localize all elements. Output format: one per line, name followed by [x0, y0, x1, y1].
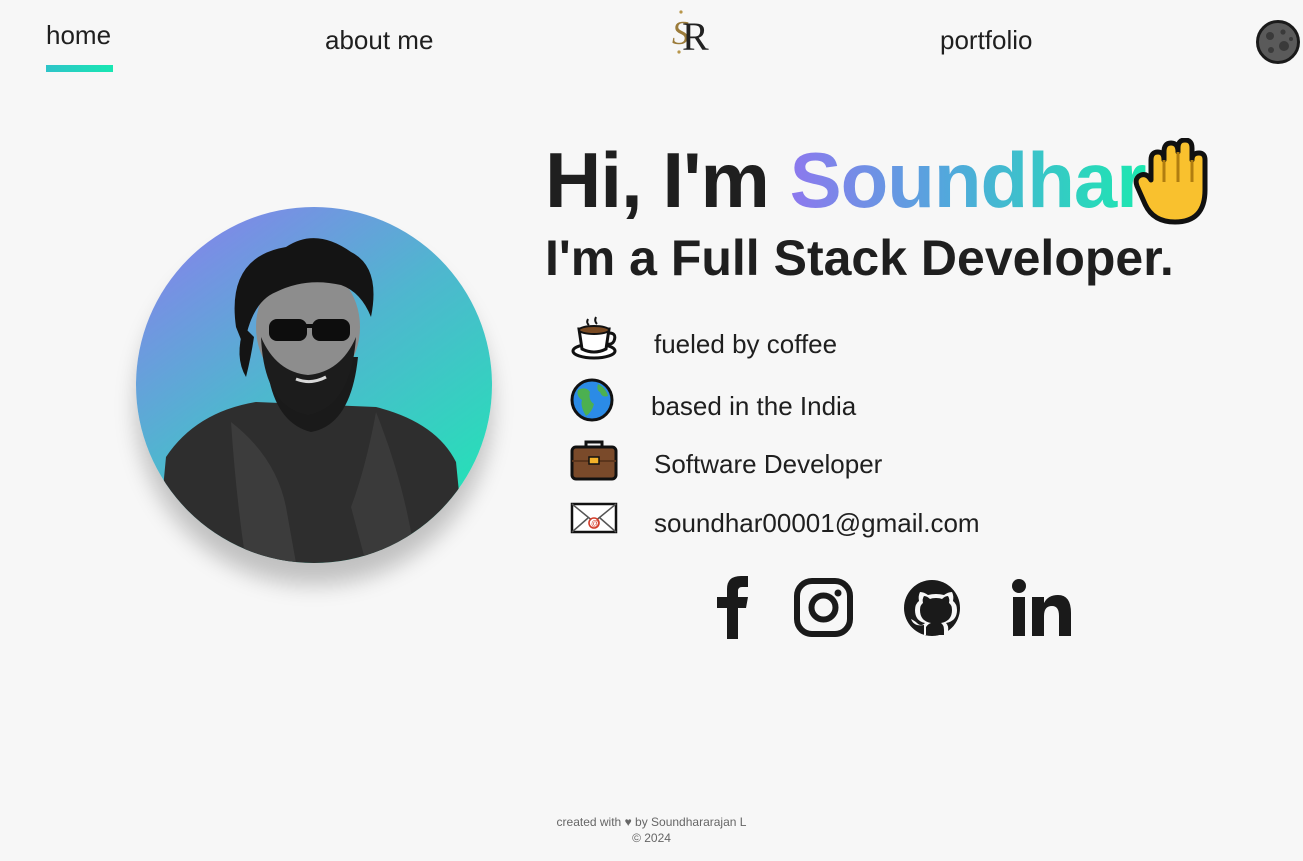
page-footer: created with ♥ by Soundhararajan L © 202… [0, 814, 1303, 846]
fact-text: Software Developer [654, 449, 883, 479]
greeting-prefix: Hi, I'm [545, 136, 790, 224]
fact-text: fueled by coffee [654, 329, 838, 359]
hero-name: Soundhar [789, 136, 1147, 224]
briefcase-icon [570, 440, 618, 481]
fact-email: @ soundhar00001@gmail.com [570, 500, 1070, 550]
nav-home-label: home [46, 20, 112, 50]
coffee-icon [571, 316, 617, 360]
active-underline [46, 65, 113, 72]
greeting-heading: Hi, I'm Soundhar [545, 135, 1147, 225]
fact-text: based in the India [651, 391, 857, 421]
social-links [700, 575, 1080, 645]
top-nav: home about me S R portfolio [0, 0, 1303, 90]
footer-credit: created with ♥ by Soundhararajan L [556, 815, 747, 829]
moon-icon[interactable] [1256, 20, 1300, 64]
fact-text: soundhar00001@gmail.com [654, 508, 980, 538]
profile-avatar [136, 207, 492, 563]
fact-job: Software Developer [570, 437, 1070, 487]
email-icon: @ [570, 502, 618, 534]
waving-hand-icon [1133, 138, 1208, 225]
nav-home[interactable]: home [46, 20, 113, 72]
nav-portfolio[interactable]: portfolio [940, 25, 1033, 55]
footer-copyright: © 2024 [632, 831, 671, 845]
github-icon[interactable] [900, 575, 970, 641]
svg-text:@: @ [591, 519, 599, 528]
svg-text:R: R [682, 14, 709, 56]
instagram-icon[interactable] [792, 575, 862, 641]
fact-coffee: fueled by coffee [570, 315, 1070, 365]
fact-location: based in the India [570, 378, 1070, 428]
role-heading: I'm a Full Stack Developer. [545, 230, 1174, 286]
globe-icon [570, 378, 614, 422]
facebook-icon[interactable] [700, 575, 770, 641]
nav-about-me[interactable]: about me [325, 25, 433, 55]
linkedin-icon[interactable] [1007, 575, 1077, 641]
profile-photo [156, 238, 466, 563]
sr-logo[interactable]: S R [668, 8, 714, 56]
